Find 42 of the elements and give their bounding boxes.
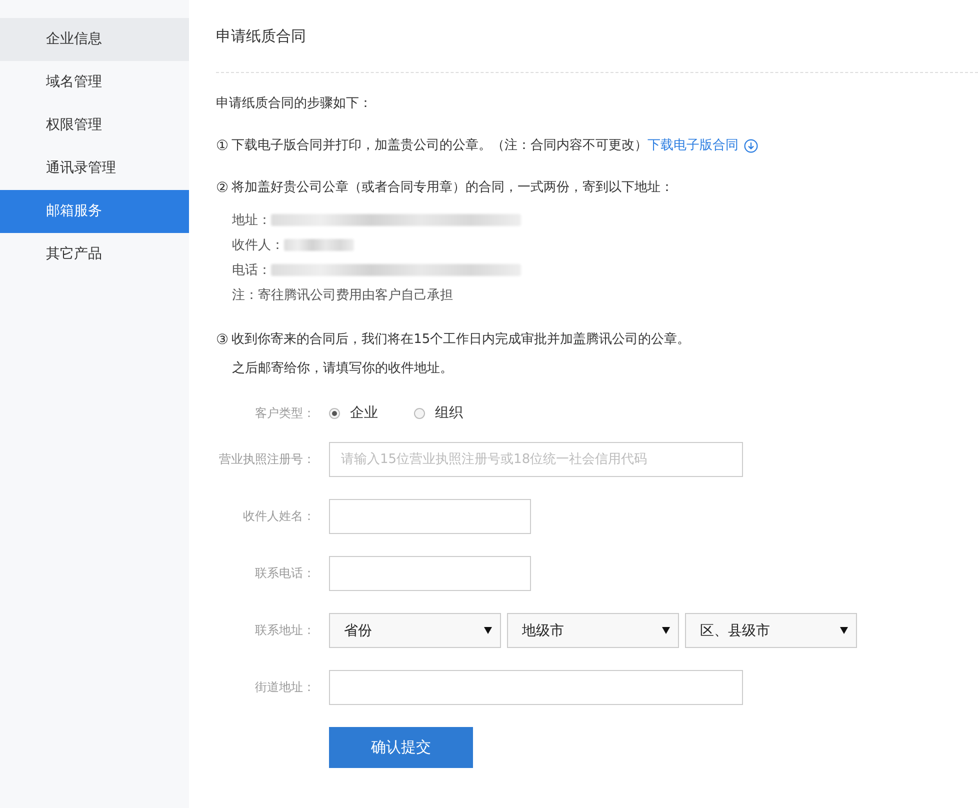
field-label: 收件人姓名： (242, 508, 316, 525)
radio-option[interactable]: 企业 (329, 404, 378, 422)
address-detail: 收件人： (232, 236, 284, 254)
field-label: 联系电话： (254, 565, 316, 582)
text-field[interactable]: 请输入15位营业执照注册号或18位统一社会信用代码 (329, 442, 743, 477)
step-text: 将加盖好贵公司公章（或者合同专用章）的合同，一式两份，寄到以下地址： (232, 179, 674, 197)
caret-icon[interactable] (662, 627, 670, 634)
download-link[interactable]: 下载电子版合同 (648, 137, 739, 155)
sidebar-item[interactable]: 邮箱服务 (0, 190, 189, 233)
field-label: 联系地址： (254, 622, 316, 639)
field-label: 街道地址： (254, 679, 316, 696)
step-number: ③ (216, 331, 229, 349)
step-number: ① (216, 137, 229, 155)
radio-option[interactable]: 组织 (414, 404, 463, 422)
radio-button[interactable] (329, 408, 340, 418)
step-text: 下载电子版合同并打印，加盖贵公司的公章。（注：合同内容不可更改） (232, 137, 648, 155)
step-text: 收到你寄来的合同后，我们将在15个工作日内完成审批并加盖腾讯公司的公章。 (232, 331, 690, 349)
field-label: 营业执照注册号： (218, 451, 316, 468)
caret-icon[interactable] (840, 627, 848, 634)
submit-button[interactable]: 确认提交 (329, 727, 473, 768)
download-icon[interactable] (744, 139, 758, 153)
text-field[interactable] (329, 556, 531, 591)
sidebar-item[interactable]: 通讯录管理 (0, 147, 189, 190)
address-detail: 地址： (232, 212, 271, 228)
dropdown[interactable]: 省份 (329, 613, 501, 648)
caret-icon[interactable] (484, 627, 492, 634)
address-detail: 注：寄往腾讯公司费用由客户自己承担 (232, 286, 453, 304)
sidebar-item[interactable]: 域名管理 (0, 61, 189, 104)
sidebar-item[interactable]: 权限管理 (0, 104, 189, 147)
radio-button[interactable] (414, 408, 425, 418)
steps-intro: 申请纸质合同的步骤如下： (216, 95, 372, 113)
step-number: ② (216, 179, 229, 197)
dropdown[interactable]: 地级市 (507, 613, 679, 648)
step-text: 之后邮寄给你，请填写你的收件地址。 (232, 360, 453, 378)
text-field[interactable] (329, 670, 743, 705)
dropdown[interactable]: 区、县级市 (685, 613, 857, 648)
page-title: 申请纸质合同 (216, 26, 306, 46)
address-detail: 电话： (232, 262, 271, 278)
sidebar-item[interactable]: 其它产品 (0, 233, 189, 276)
text-field[interactable] (329, 499, 531, 534)
sidebar-item[interactable]: 企业信息 (0, 18, 189, 61)
field-label: 客户类型： (254, 404, 316, 422)
